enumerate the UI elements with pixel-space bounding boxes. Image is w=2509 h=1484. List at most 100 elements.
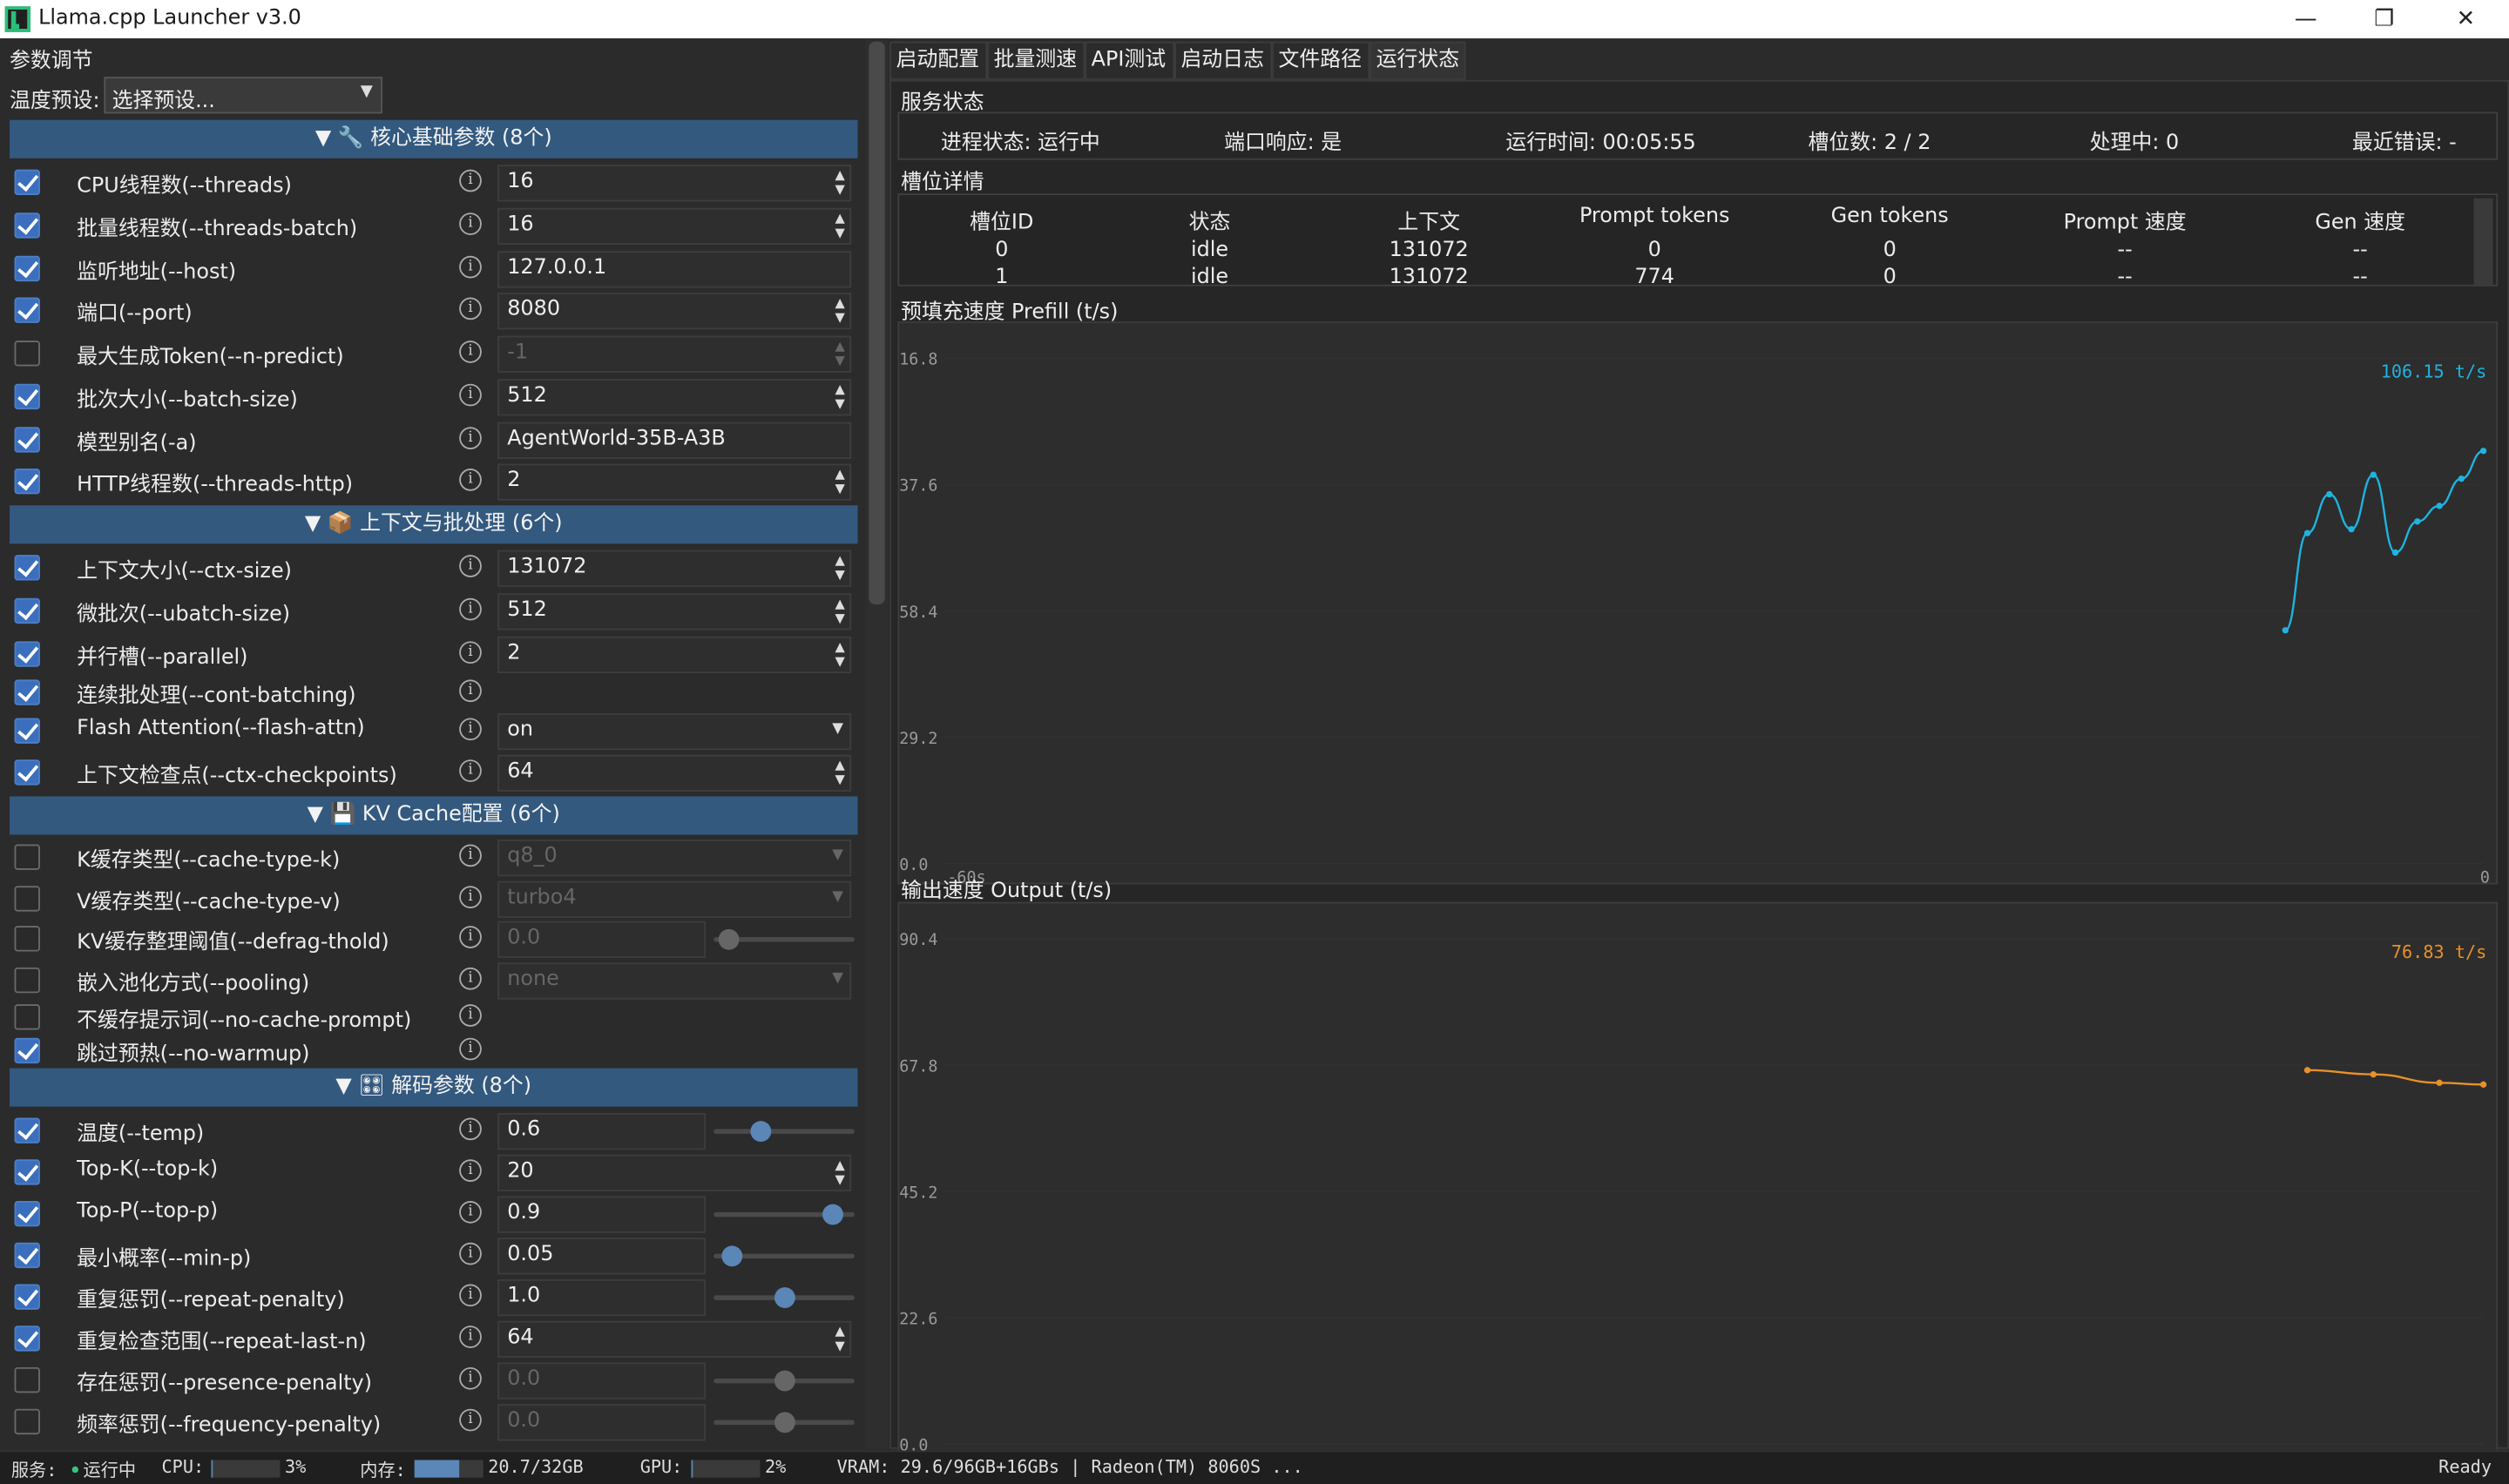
column-header[interactable]: 状态 bbox=[1098, 205, 1322, 235]
param-checkbox[interactable] bbox=[14, 1325, 40, 1352]
column-header[interactable]: Gen tokens bbox=[1778, 205, 2002, 229]
param-checkbox[interactable] bbox=[14, 169, 40, 196]
info-icon[interactable]: i bbox=[459, 169, 482, 192]
left-scrollbar[interactable] bbox=[865, 38, 889, 1449]
info-icon[interactable]: i bbox=[459, 341, 482, 363]
spin-arrows-icon[interactable]: ▲ ▼ bbox=[835, 1157, 844, 1186]
info-icon[interactable]: i bbox=[459, 1408, 482, 1432]
param-input[interactable]: AgentWorld-35B-A3B bbox=[497, 422, 852, 459]
param-checkbox[interactable] bbox=[14, 297, 40, 323]
minimize-icon[interactable]: — bbox=[2268, 0, 2344, 38]
group-kv-cache[interactable]: ▼ 💾 KV Cache配置 (6个) bbox=[10, 796, 858, 835]
info-icon[interactable]: i bbox=[459, 255, 482, 279]
param-spinbox[interactable]: 16 ▲ ▼ bbox=[497, 165, 852, 202]
info-icon[interactable]: i bbox=[459, 967, 482, 990]
chevron-down-icon[interactable]: ▼ bbox=[832, 721, 843, 737]
info-icon[interactable]: i bbox=[459, 597, 482, 621]
group-context-batch[interactable]: ▼ 📦 上下文与批处理 (6个) bbox=[10, 505, 858, 544]
chevron-down-icon[interactable]: ▼ bbox=[832, 889, 843, 905]
spin-arrows-icon[interactable]: ▲ ▼ bbox=[835, 467, 844, 496]
info-icon[interactable]: i bbox=[459, 297, 482, 320]
param-spinbox[interactable]: 131072 ▲ ▼ bbox=[497, 550, 852, 587]
column-header[interactable]: Prompt tokens bbox=[1543, 205, 1767, 229]
param-input[interactable]: 127.0.0.1 bbox=[497, 251, 852, 288]
param-checkbox[interactable] bbox=[14, 555, 40, 581]
info-icon[interactable]: i bbox=[459, 886, 482, 908]
param-checkbox[interactable] bbox=[14, 967, 40, 994]
param-value-field[interactable]: 1.0 bbox=[497, 1278, 706, 1317]
param-spinbox[interactable]: 2 ▲ ▼ bbox=[497, 636, 852, 674]
info-icon[interactable]: i bbox=[459, 1117, 482, 1141]
param-spinbox[interactable]: 512 ▲ ▼ bbox=[497, 593, 852, 631]
spin-arrows-icon[interactable]: ▲ ▼ bbox=[835, 339, 844, 368]
param-value-field[interactable]: 0.6 bbox=[497, 1113, 706, 1150]
param-checkbox[interactable] bbox=[14, 1284, 40, 1310]
close-icon[interactable]: ✕ bbox=[2427, 0, 2504, 38]
info-icon[interactable]: i bbox=[459, 212, 482, 235]
param-spinbox[interactable]: 512 ▲ ▼ bbox=[497, 379, 852, 416]
restore-icon[interactable]: ❐ bbox=[2346, 0, 2423, 38]
info-icon[interactable]: i bbox=[459, 926, 482, 948]
param-checkbox[interactable] bbox=[14, 641, 40, 667]
tab-6[interactable]: 运行状态 bbox=[1369, 41, 1466, 80]
tab-5[interactable]: 文件路径 bbox=[1272, 41, 1370, 80]
param-checkbox[interactable] bbox=[14, 469, 40, 495]
param-spinbox[interactable]: 8080 ▲ ▼ bbox=[497, 293, 852, 330]
scrollbar-thumb[interactable] bbox=[869, 41, 885, 605]
info-icon[interactable]: i bbox=[459, 1037, 482, 1061]
spin-arrows-icon[interactable]: ▲ ▼ bbox=[835, 758, 844, 786]
info-icon[interactable]: i bbox=[459, 759, 482, 782]
param-slider[interactable] bbox=[713, 1204, 855, 1225]
spin-arrows-icon[interactable]: ▲ ▼ bbox=[835, 1324, 844, 1352]
param-checkbox[interactable] bbox=[14, 759, 40, 786]
info-icon[interactable]: i bbox=[459, 427, 482, 449]
spin-arrows-icon[interactable]: ▲ ▼ bbox=[835, 296, 844, 325]
param-checkbox[interactable] bbox=[14, 1037, 40, 1064]
info-icon[interactable]: i bbox=[459, 555, 482, 577]
info-icon[interactable]: i bbox=[459, 1200, 482, 1224]
slider-handle[interactable] bbox=[774, 1287, 795, 1309]
spin-arrows-icon[interactable]: ▲ ▼ bbox=[835, 597, 844, 625]
param-slider[interactable] bbox=[713, 1121, 855, 1143]
param-checkbox[interactable] bbox=[14, 427, 40, 453]
info-icon[interactable]: i bbox=[459, 641, 482, 664]
info-icon[interactable]: i bbox=[459, 718, 482, 741]
param-spinbox[interactable]: 16 ▲ ▼ bbox=[497, 207, 852, 245]
info-icon[interactable]: i bbox=[459, 383, 482, 407]
tab-4[interactable]: 启动日志 bbox=[1174, 41, 1273, 80]
param-spinbox[interactable]: 2 ▲ ▼ bbox=[497, 463, 852, 501]
spin-arrows-icon[interactable]: ▲ ▼ bbox=[835, 553, 844, 582]
column-header[interactable]: 槽位ID bbox=[889, 205, 1113, 235]
param-checkbox[interactable] bbox=[14, 255, 40, 282]
info-icon[interactable]: i bbox=[459, 1325, 482, 1348]
param-checkbox[interactable] bbox=[14, 1117, 40, 1143]
param-checkbox[interactable] bbox=[14, 1408, 40, 1435]
param-checkbox[interactable] bbox=[14, 1004, 40, 1030]
param-checkbox[interactable] bbox=[14, 718, 40, 744]
tab-3[interactable]: API测试 bbox=[1085, 41, 1175, 80]
info-icon[interactable]: i bbox=[459, 1242, 482, 1265]
param-checkbox[interactable] bbox=[14, 886, 40, 912]
column-header[interactable]: Gen 速度 bbox=[2249, 205, 2472, 235]
info-icon[interactable]: i bbox=[459, 844, 482, 867]
param-checkbox[interactable] bbox=[14, 1242, 40, 1269]
param-checkbox[interactable] bbox=[14, 597, 40, 624]
table-scrollbar[interactable] bbox=[2473, 198, 2493, 285]
info-icon[interactable]: i bbox=[459, 469, 482, 491]
param-checkbox[interactable] bbox=[14, 341, 40, 367]
param-checkbox[interactable] bbox=[14, 1200, 40, 1227]
slider-handle[interactable] bbox=[720, 1245, 742, 1267]
group-decoding-params[interactable]: ▼ 🎛 解码参数 (8个) bbox=[10, 1068, 858, 1107]
param-checkbox[interactable] bbox=[14, 679, 40, 705]
slider-handle[interactable] bbox=[822, 1204, 843, 1225]
preset-select[interactable]: 选择预设... ▼ bbox=[104, 77, 382, 114]
param-checkbox[interactable] bbox=[14, 383, 40, 410]
param-slider[interactable] bbox=[713, 1287, 855, 1309]
param-value-field[interactable]: 0.9 bbox=[497, 1196, 706, 1233]
param-checkbox[interactable] bbox=[14, 1159, 40, 1185]
param-spinbox[interactable]: 64 ▲ ▼ bbox=[497, 1320, 852, 1358]
info-icon[interactable]: i bbox=[459, 1159, 482, 1182]
param-checkbox[interactable] bbox=[14, 1366, 40, 1393]
column-header[interactable]: 上下文 bbox=[1317, 205, 1541, 235]
param-checkbox[interactable] bbox=[14, 844, 40, 870]
